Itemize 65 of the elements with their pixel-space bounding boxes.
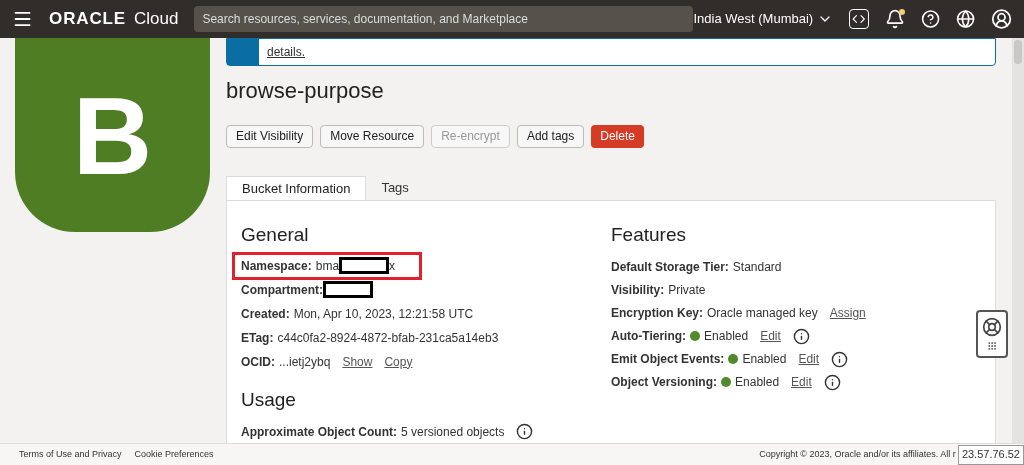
field-value: bma xyxy=(315,257,340,275)
field-label: Encryption Key: xyxy=(611,305,703,322)
field-label: ETag: xyxy=(241,329,274,347)
region-selector[interactable]: India West (Mumbai) xyxy=(693,9,834,29)
code-editor-icon[interactable] xyxy=(849,9,869,29)
field-value: Oracle managed key xyxy=(707,305,818,322)
copyright-text: Copyright © 2023, Oracle and/or its affiliates. All r xyxy=(759,447,956,461)
action-button[interactable]: Move Resource xyxy=(320,124,425,148)
field-label: Approximate Object Count: xyxy=(241,423,397,441)
action-button[interactable]: Edit Visibility xyxy=(226,124,314,148)
lifebuoy-icon xyxy=(982,317,1002,337)
section-heading: General xyxy=(241,223,310,247)
link[interactable]: Copy xyxy=(384,352,413,371)
notifications-icon[interactable] xyxy=(884,9,905,29)
info-icon[interactable] xyxy=(792,327,810,345)
footer-link[interactable]: Cookie Preferences xyxy=(134,447,214,462)
redaction-box xyxy=(323,281,373,298)
search-field[interactable]: Search resources, services, documentation, and Marketplace xyxy=(194,6,694,32)
section-heading: Usage xyxy=(241,387,297,412)
tab[interactable]: Tags xyxy=(366,175,424,200)
profile-icon[interactable] xyxy=(990,8,1012,30)
grid-dots-icon xyxy=(985,341,999,351)
field-label: Compartment: xyxy=(241,281,323,299)
action-button[interactable]: Delete xyxy=(591,124,644,148)
info-icon[interactable] xyxy=(823,373,841,391)
product-name: Cloud xyxy=(134,8,179,31)
field-value: c44c0fa2-8924-4872-bfab-231ca5a14eb3 xyxy=(277,329,499,347)
bucket-icon: B xyxy=(15,38,210,232)
info-icon[interactable] xyxy=(516,423,534,440)
link[interactable]: details. xyxy=(267,42,306,61)
field-label: Auto-Tiering: xyxy=(611,328,687,345)
field-label: Created: xyxy=(241,305,290,323)
field-value: 5 versioned objects xyxy=(401,423,505,441)
link[interactable]: Assign xyxy=(829,304,866,322)
field-value: x xyxy=(389,257,396,275)
field-label: Visibility: xyxy=(611,282,665,299)
field-value: Enabled xyxy=(742,351,787,368)
field-label: Emit Object Events: xyxy=(611,351,725,368)
help-widget[interactable] xyxy=(976,310,1008,358)
field-value: Private xyxy=(668,282,706,299)
section-heading: Features xyxy=(611,223,687,247)
field-label: Default Storage Tier: xyxy=(611,259,729,276)
link[interactable]: Edit xyxy=(798,350,820,368)
help-icon[interactable] xyxy=(920,9,940,29)
field-value: Enabled xyxy=(704,328,749,345)
field-value: ...ietj2ybq xyxy=(279,353,331,371)
field-value: Enabled xyxy=(735,374,780,391)
tab[interactable]: Bucket Information xyxy=(226,175,367,200)
ip-address-label: 23.57.76.52 xyxy=(957,444,1024,465)
info-icon[interactable] xyxy=(831,350,849,368)
link[interactable]: Edit xyxy=(760,327,781,345)
field-value: Standard xyxy=(732,259,782,276)
bucket-title: browse-purpose xyxy=(226,76,385,105)
field-label: Object Versioning: xyxy=(611,374,718,391)
action-button[interactable]: Add tags xyxy=(516,124,585,148)
field-label: Namespace: xyxy=(241,257,312,275)
language-icon[interactable] xyxy=(955,9,975,29)
scrollbar[interactable] xyxy=(1012,38,1024,443)
footer-link[interactable]: Terms of Use and Privacy xyxy=(19,447,122,462)
field-value: Mon, Apr 10, 2023, 12:21:58 UTC xyxy=(293,305,474,323)
redaction-box xyxy=(339,257,390,274)
link[interactable]: Show xyxy=(342,352,373,371)
field-label: OCID: xyxy=(241,353,275,371)
brand-logo[interactable]: ORACLE xyxy=(49,6,126,32)
link[interactable]: Edit xyxy=(791,373,812,391)
